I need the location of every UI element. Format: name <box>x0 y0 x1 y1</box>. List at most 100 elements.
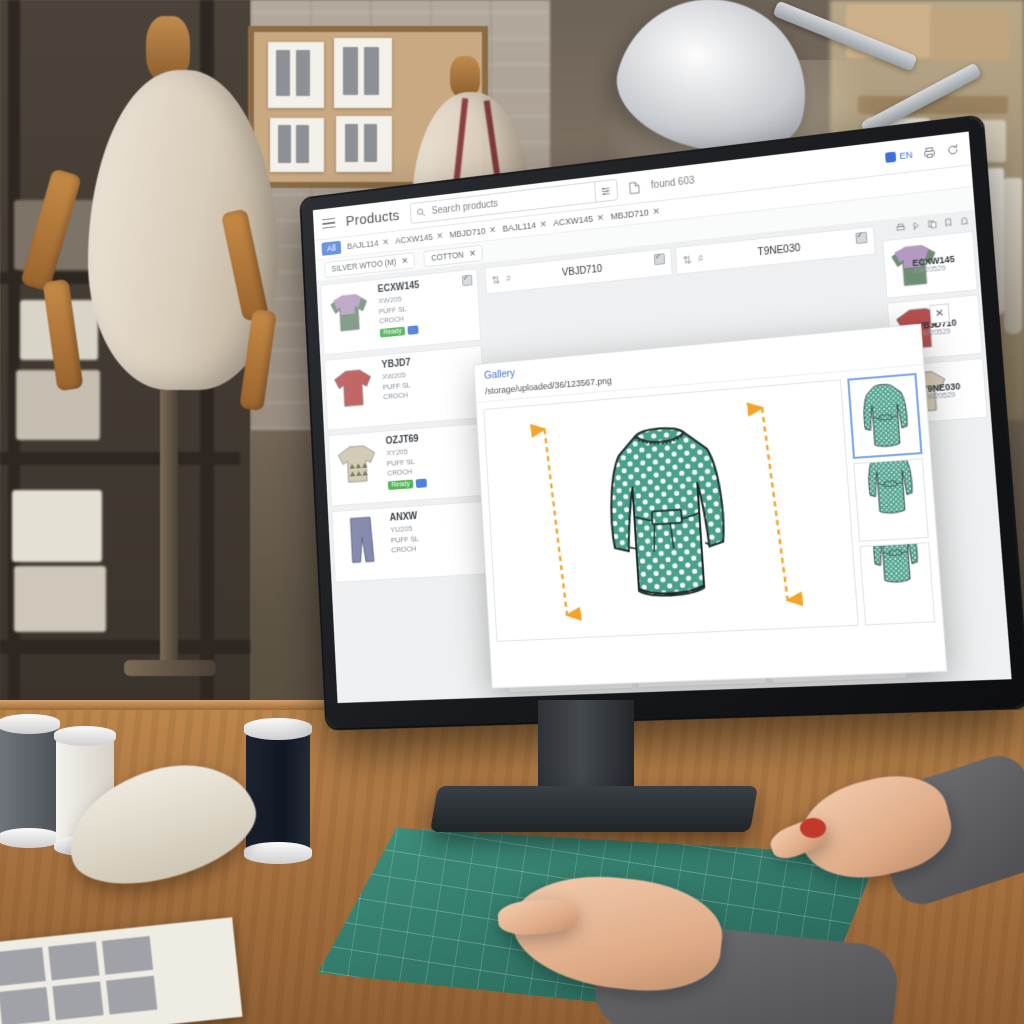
plm-products-app: Products Search products found 603 EN Al… <box>313 132 1012 704</box>
close-icon[interactable]: ✕ <box>401 255 408 266</box>
product-list-item[interactable]: OZJT69 XY205 PUFF SL CROCH Ready <box>327 422 491 507</box>
close-icon[interactable]: ✕ <box>382 237 389 248</box>
language-label: EN <box>899 149 914 162</box>
computer-monitor: Products Search products found 603 EN Al… <box>301 116 1024 728</box>
chip-label: MBJD710 <box>449 226 486 240</box>
shelf-board <box>0 452 240 465</box>
storage-box <box>12 490 102 562</box>
product-description: PUFF SL CROCH <box>390 534 419 555</box>
status-badge: Ready <box>387 479 414 491</box>
language-icon[interactable]: EN <box>885 149 914 163</box>
thumbnail-image <box>853 373 916 458</box>
product-thumbnail <box>333 437 382 490</box>
filter-chip-mbjd710[interactable]: MBJD710 ✕ <box>449 224 496 240</box>
document-icon[interactable] <box>628 180 639 194</box>
filter-chip-bajl114[interactable]: BAJL114 ✕ <box>347 237 389 252</box>
column-checkbox[interactable] <box>653 253 666 266</box>
row-checkbox[interactable] <box>461 274 473 287</box>
product-thumbnail <box>326 285 374 339</box>
chip-label: COTTON <box>430 249 464 263</box>
printer-icon[interactable] <box>896 223 906 233</box>
status-badge <box>415 478 428 489</box>
close-icon[interactable]: ✕ <box>652 206 660 218</box>
chip-label: BAJL114 <box>346 238 379 252</box>
tab-gallery[interactable]: Gallery <box>484 367 515 381</box>
sort-icon[interactable]: ⇅ <box>682 253 692 267</box>
product-thumbnail-image <box>345 515 378 565</box>
bookmark-icon[interactable] <box>943 217 953 227</box>
item-thumbnail <box>888 243 911 293</box>
chip-label: SILVER WTOO (M) <box>331 257 397 274</box>
gallery-body <box>476 365 943 649</box>
gallery-thumbnail[interactable] <box>847 372 923 459</box>
gallery-thumbnail[interactable] <box>859 542 936 626</box>
chip-label: ACXW145 <box>552 213 594 228</box>
monitor-stand-neck <box>538 700 634 796</box>
filter-icon[interactable]: ⌕ <box>697 252 704 266</box>
product-list-item[interactable]: ECXW145 XW205 PUFF SL CROCH Ready <box>320 268 482 356</box>
filter-chip-acxw145[interactable]: ACXW145 ✕ <box>395 230 444 246</box>
chip-label: ACXW145 <box>394 232 434 246</box>
product-list-item[interactable]: YBJD7 XW205 PUFF SL CROCH <box>323 345 486 431</box>
advanced-filter-button[interactable] <box>593 179 618 202</box>
product-list-item[interactable]: ANXW YU205 PUFF SL CROCH <box>331 500 495 583</box>
filter-chip-acxw145[interactable]: ACXW145 ✕ <box>553 212 604 228</box>
sketch-sheet <box>334 38 392 108</box>
status-badge <box>407 325 419 336</box>
measurement-arrow-left <box>544 428 567 615</box>
filter-sliders-icon <box>600 185 611 197</box>
close-icon[interactable]: ✕ <box>929 303 951 324</box>
printer-icon[interactable] <box>923 146 937 160</box>
product-thumbnail <box>337 513 386 566</box>
measurement-arrow-right <box>762 407 788 601</box>
sketch-sheet <box>336 116 392 172</box>
filter-chip-mbjd710[interactable]: MBJD710 ✕ <box>610 206 660 222</box>
gallery-modal: ✕ Gallery /storage/uploaded/36/123567.pn… <box>473 324 947 689</box>
search-icon <box>416 207 425 217</box>
filter-chip-bajl114[interactable]: BAJL114 ✕ <box>502 219 547 235</box>
right-panel-item[interactable]: ECXW145 XW20529 <box>882 230 978 299</box>
thumbnail-image <box>863 542 926 594</box>
filter-icon[interactable]: ⌕ <box>505 272 511 285</box>
page-title: Products <box>345 207 400 230</box>
studio-scene: Products Search products found 603 EN Al… <box>0 0 1024 1024</box>
nail-polish <box>800 818 826 838</box>
close-icon[interactable]: ✕ <box>436 230 443 241</box>
bell-icon[interactable] <box>959 216 969 226</box>
close-icon[interactable]: ✕ <box>596 212 604 224</box>
monitor-screen: Products Search products found 603 EN Al… <box>313 132 1012 704</box>
refresh-icon[interactable] <box>946 143 960 157</box>
product-thumbnail <box>329 361 377 414</box>
storage-box <box>14 566 106 632</box>
storage-box <box>930 10 1010 60</box>
product-thumbnail-image <box>331 365 375 410</box>
close-icon[interactable]: ✕ <box>469 248 476 259</box>
close-icon[interactable]: ✕ <box>539 219 547 230</box>
chip-label: BAJL114 <box>502 220 537 234</box>
app-body: ECXW145XW205PUFF SLCROCHReady YBJD7XW205… <box>316 210 1011 703</box>
measurement-annotation-overlay <box>484 380 857 641</box>
product-thumbnail-image <box>335 441 380 486</box>
hamburger-menu-icon[interactable] <box>322 217 336 230</box>
status-badge: Ready <box>379 326 406 338</box>
column-checkbox[interactable] <box>855 231 868 245</box>
product-thumbnail-image <box>328 289 372 335</box>
column-code: T9NE030 <box>757 242 801 258</box>
close-icon[interactable]: ✕ <box>489 224 497 235</box>
copy-icon[interactable] <box>927 219 937 229</box>
pin-icon[interactable] <box>911 221 921 231</box>
sort-icon[interactable]: ⇅ <box>491 273 500 286</box>
column-code: VBJD710 <box>561 263 603 279</box>
shelf-board <box>0 640 250 654</box>
filter-chip-all[interactable]: All <box>321 240 342 256</box>
gallery-thumbnail[interactable] <box>853 458 929 542</box>
top-bar-icon-group: EN <box>885 143 959 164</box>
result-count: found 603 <box>650 174 695 191</box>
sketch-sheet <box>268 42 324 108</box>
item-sku: XW20529 <box>922 391 956 402</box>
gallery-thumbnail-strip <box>847 372 936 626</box>
sketch-sheet <box>270 118 324 172</box>
chip-label: All <box>326 243 336 254</box>
image-viewer[interactable] <box>483 379 858 642</box>
monitor-stand-base <box>429 786 759 832</box>
